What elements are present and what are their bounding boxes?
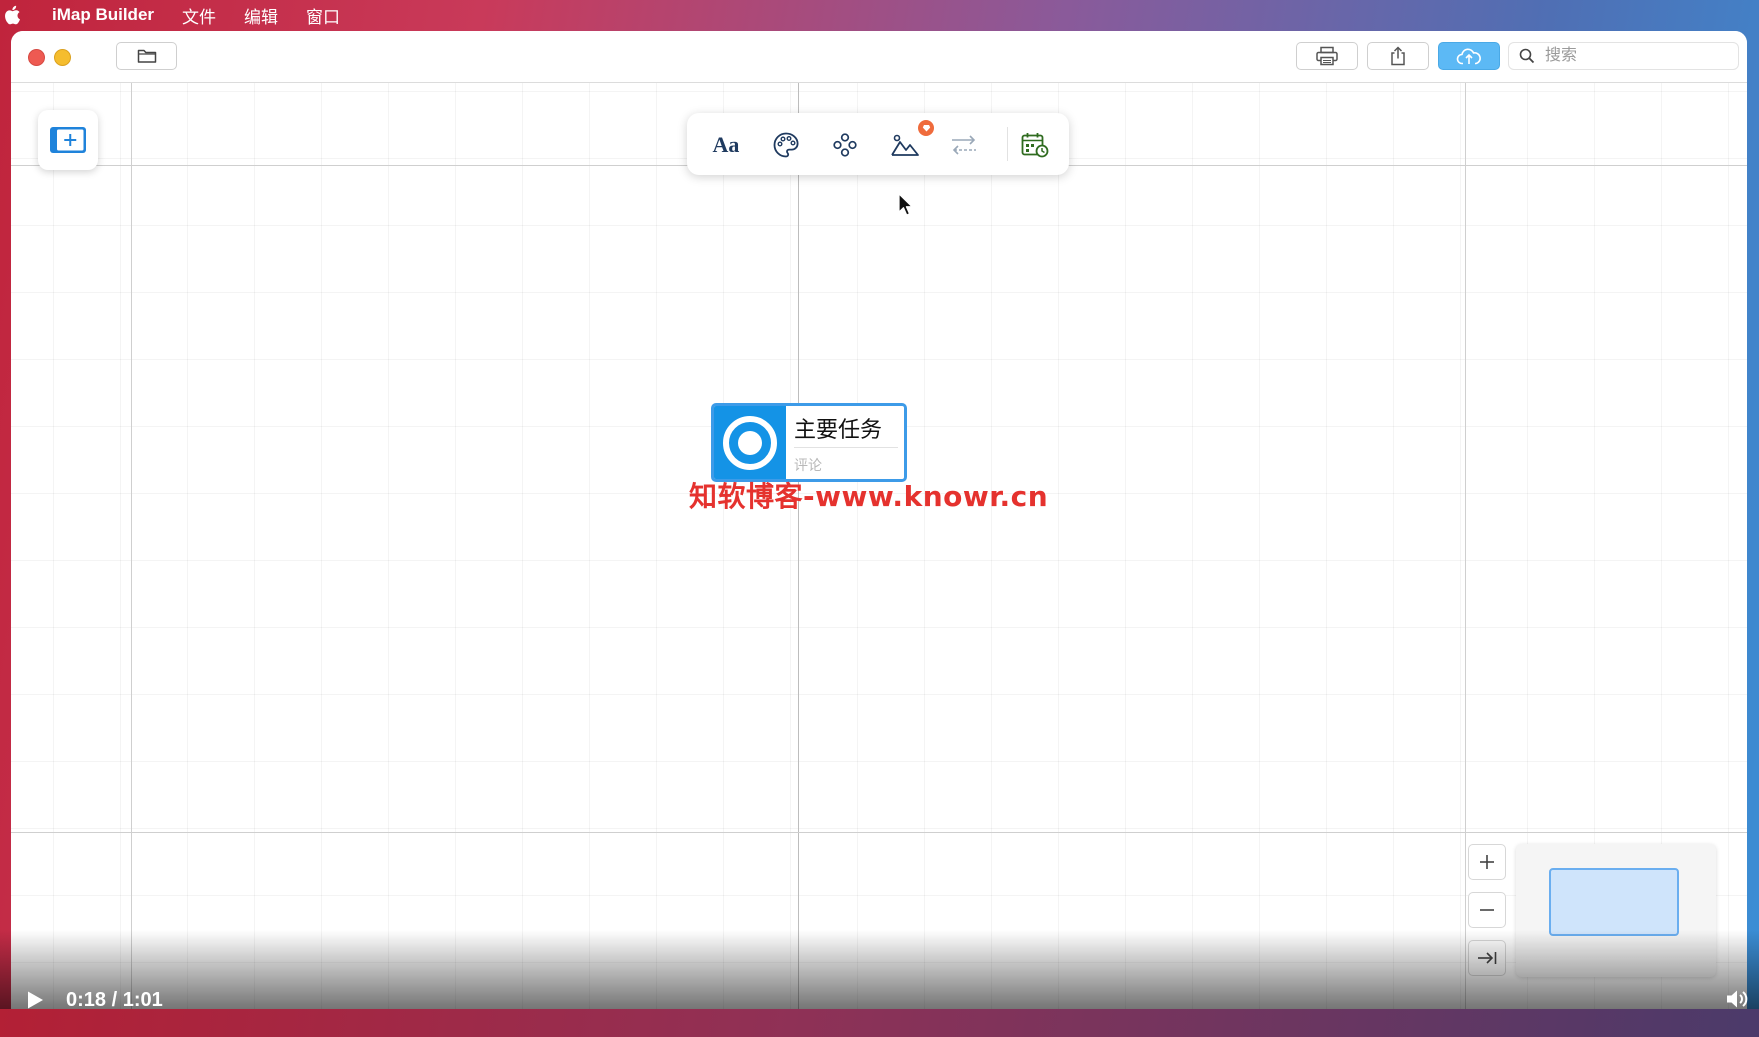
page-guide-line [798, 83, 799, 1009]
topic-title[interactable]: 主要任务 [794, 412, 882, 444]
topic-comment[interactable]: 评论 [794, 455, 822, 475]
page-guide-line [1465, 83, 1466, 1009]
nodes-icon [831, 131, 859, 159]
calendar-clock-icon [1020, 131, 1050, 159]
search-icon [1519, 48, 1535, 64]
volume-icon[interactable] [1725, 988, 1749, 1010]
menu-bar: iMap Builder 文件 编辑 窗口 [0, 0, 1759, 30]
share-icon [1389, 46, 1407, 66]
print-button[interactable] [1296, 42, 1358, 70]
zoom-out-button[interactable] [1468, 892, 1506, 928]
page-guide-line [131, 83, 132, 1009]
menu-app-name[interactable]: iMap Builder [52, 5, 154, 25]
mindmap-canvas[interactable]: Aa 主要任务 评论 知软博客-www.knowr.cn [11, 83, 1747, 1009]
apple-icon[interactable] [4, 5, 26, 25]
window-toolbar [11, 31, 1747, 83]
color-palette-button[interactable] [769, 128, 803, 162]
premium-badge-icon [918, 120, 934, 136]
close-window-button[interactable] [28, 49, 45, 66]
menu-edit[interactable]: 编辑 [244, 3, 278, 28]
task-schedule-button[interactable] [1018, 128, 1052, 162]
target-icon [714, 406, 786, 479]
share-button[interactable] [1367, 42, 1429, 70]
swap-direction-button[interactable] [947, 128, 981, 162]
minus-icon [1478, 901, 1496, 919]
minimap-viewport[interactable] [1549, 868, 1679, 936]
cloud-upload-icon [1456, 47, 1482, 65]
toolbar-divider [1007, 127, 1008, 161]
mouse-cursor-icon [898, 193, 914, 222]
video-controls: 0:18 / 1:01 [0, 980, 1759, 1020]
menu-window[interactable]: 窗口 [306, 3, 340, 28]
add-panel-icon [49, 126, 87, 154]
plus-icon [1478, 853, 1496, 871]
mountain-image-icon [890, 131, 920, 159]
topic-divider [794, 447, 898, 448]
open-folder-button[interactable] [116, 42, 177, 70]
play-icon[interactable] [26, 990, 44, 1010]
font-button[interactable]: Aa [709, 128, 743, 162]
minimize-window-button[interactable] [54, 49, 71, 66]
swap-arrows-icon [949, 132, 979, 158]
format-toolbar: Aa [687, 113, 1069, 175]
page-guide-line [11, 832, 1747, 833]
search-input[interactable] [1543, 46, 1727, 66]
cloud-upload-button[interactable] [1438, 42, 1500, 70]
app-window: Aa [11, 31, 1747, 1009]
structure-button[interactable] [828, 128, 862, 162]
folder-icon [137, 48, 157, 64]
palette-icon [772, 131, 800, 159]
main-topic-node[interactable]: 主要任务 评论 [711, 403, 907, 482]
zoom-in-button[interactable] [1468, 844, 1506, 880]
watermark-text: 知软博客-www.knowr.cn [689, 480, 1049, 513]
video-time: 0:18 / 1:01 [66, 988, 163, 1011]
insert-image-button[interactable] [888, 128, 922, 162]
add-topic-button[interactable] [38, 110, 98, 170]
menu-file[interactable]: 文件 [182, 3, 216, 28]
search-box[interactable] [1508, 42, 1739, 70]
printer-icon [1315, 46, 1339, 66]
